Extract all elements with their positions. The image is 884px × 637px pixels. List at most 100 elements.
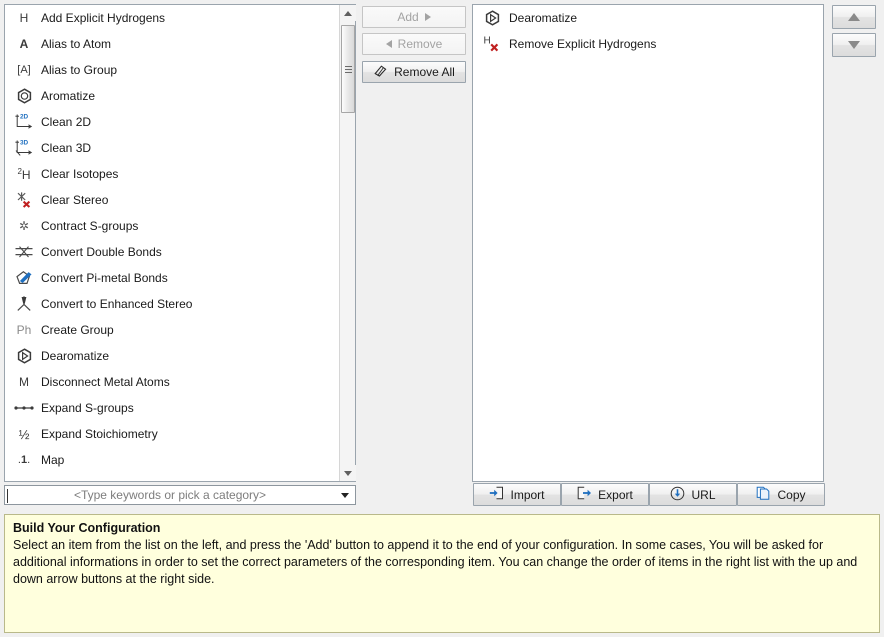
available-list-item[interactable]: 2H Clear Isotopes — [5, 161, 340, 187]
list-item-label: Dearomatize — [41, 349, 110, 363]
add-button-label: Add — [397, 10, 419, 24]
export-button-label: Export — [598, 487, 633, 502]
dearomatize-ring-icon — [13, 346, 35, 366]
available-list-item[interactable]: ✲ Contract S-groups — [5, 213, 340, 239]
available-list-item[interactable]: Dearomatize — [5, 343, 340, 369]
arrow-up-icon — [848, 13, 860, 21]
svg-text:3D: 3D — [20, 140, 29, 147]
axes-3d-icon: 3D — [13, 138, 35, 158]
category-filter-combobox[interactable]: <Type keywords or pick a category> — [4, 485, 356, 505]
remove-all-button-label: Remove All — [394, 65, 455, 79]
chevron-down-icon[interactable] — [335, 492, 355, 498]
axes-2d-icon: 2D — [13, 112, 35, 132]
move-item-down-button[interactable] — [832, 33, 876, 57]
clear-stereo-icon — [13, 190, 35, 210]
svg-text:2D: 2D — [20, 114, 29, 121]
list-item-label: Create Group — [41, 323, 114, 337]
available-list-item[interactable]: ½ Expand Stoichiometry — [5, 421, 340, 447]
export-icon — [577, 486, 592, 503]
copy-button-label: Copy — [777, 487, 806, 502]
url-button-label: URL — [691, 487, 716, 502]
scroll-up-button[interactable] — [340, 5, 356, 21]
enhanced-stereo-icon — [13, 294, 35, 314]
available-list-item[interactable]: Aromatize — [5, 83, 340, 109]
expand-sgroup-icon — [13, 398, 35, 418]
dearomatize-ring-icon — [481, 8, 503, 28]
available-list-item[interactable]: A Alias to Atom — [5, 31, 340, 57]
move-item-up-button[interactable] — [832, 5, 876, 29]
available-list-item[interactable]: Expand S-groups — [5, 395, 340, 421]
list-item-label: Alias to Group — [41, 63, 118, 77]
available-list-item[interactable]: M Disconnect Metal Atoms — [5, 369, 340, 395]
atom-letter-icon: A — [19, 37, 29, 51]
scrollbar-thumb[interactable] — [341, 25, 355, 113]
list-item-label: Expand Stoichiometry — [41, 427, 158, 441]
configuration-list-item[interactable]: Dearomatize — [473, 5, 823, 31]
arrow-down-icon — [848, 41, 860, 49]
caret-down-icon — [344, 470, 352, 476]
hydrogen-letter-icon: H — [19, 11, 29, 25]
remove-all-button[interactable]: Remove All — [362, 61, 466, 83]
available-list-item[interactable]: .1. Map — [5, 447, 340, 473]
list-item-label: Convert Pi-metal Bonds — [41, 271, 168, 285]
list-item-label: Add Explicit Hydrogens — [41, 11, 166, 25]
list-item-label: Clean 2D — [41, 115, 92, 129]
list-item-label: Disconnect Metal Atoms — [41, 375, 170, 389]
double-bond-icon — [13, 242, 35, 262]
import-icon — [489, 486, 504, 503]
bracket-atom-icon: [A] — [17, 64, 31, 76]
list-item-label: Clear Stereo — [41, 193, 109, 207]
download-circle-icon — [670, 486, 685, 504]
list-item-label: Aromatize — [41, 89, 96, 103]
copy-icon — [756, 486, 771, 503]
list-item-label: Clean 3D — [41, 141, 92, 155]
list-item-label: Dearomatize — [509, 11, 578, 25]
available-list-item[interactable]: Clear Stereo — [5, 187, 340, 213]
list-item-label: Clear Isotopes — [41, 167, 119, 181]
list-item-label: Convert to Enhanced Stereo — [41, 297, 193, 311]
configuration-list-item[interactable]: H Remove Explicit Hydrogens — [473, 31, 823, 57]
list-item-label: Alias to Atom — [41, 37, 112, 51]
url-button[interactable]: URL — [649, 483, 737, 506]
available-list-item[interactable]: H Add Explicit Hydrogens — [5, 5, 340, 31]
eraser-icon — [373, 64, 388, 80]
available-list-scrollbar[interactable] — [339, 5, 356, 481]
arrow-right-icon — [424, 13, 431, 21]
list-item-label: Contract S-groups — [41, 219, 139, 233]
pi-metal-bond-icon — [13, 268, 35, 288]
text-cursor — [7, 489, 8, 503]
remove-button-label: Remove — [397, 37, 443, 51]
list-item-label: Convert Double Bonds — [41, 245, 162, 259]
add-button[interactable]: Add — [362, 6, 466, 28]
help-title: Build Your Configuration — [13, 521, 161, 535]
grip-icon — [344, 64, 352, 75]
remove-button[interactable]: Remove — [362, 33, 466, 55]
available-items-list[interactable]: H Add Explicit Hydrogens A Alias to Atom [A]… — [4, 4, 356, 482]
copy-button[interactable]: Copy — [737, 483, 825, 506]
available-list-item[interactable]: 2D Clean 2D — [5, 109, 340, 135]
available-list-item[interactable]: Ph Create Group — [5, 317, 340, 343]
configuration-items-list[interactable]: Dearomatize H Remove Explicit Hydrogens — [472, 4, 824, 482]
help-body: Select an item from the list on the left… — [13, 538, 858, 586]
import-button[interactable]: Import — [473, 483, 561, 506]
available-list-item[interactable]: Convert Double Bonds — [5, 239, 340, 265]
available-list-item[interactable]: 3D Clean 3D — [5, 135, 340, 161]
metal-letter-icon: M — [19, 375, 29, 389]
map-number-icon: .1. — [17, 454, 31, 466]
list-item-label: Remove Explicit Hydrogens — [509, 37, 657, 51]
list-item-label: Map — [41, 453, 65, 467]
available-list-item[interactable]: Convert to Enhanced Stereo — [5, 291, 340, 317]
remove-hydrogen-icon: H — [481, 34, 503, 54]
scroll-down-button[interactable] — [340, 465, 356, 481]
available-list-item[interactable]: [A] Alias to Group — [5, 57, 340, 83]
available-list-item[interactable]: Convert Pi-metal Bonds — [5, 265, 340, 291]
list-item-label: Expand S-groups — [41, 401, 134, 415]
import-button-label: Import — [510, 487, 545, 502]
export-button[interactable]: Export — [561, 483, 649, 506]
aromatic-ring-icon — [13, 86, 35, 106]
category-filter-input[interactable]: <Type keywords or pick a category> — [5, 488, 335, 502]
phenyl-label-icon: Ph — [16, 323, 32, 337]
contract-sgroup-icon: ✲ — [18, 219, 30, 233]
svg-text:H: H — [484, 36, 491, 47]
isotope-icon: 2H — [17, 166, 31, 182]
